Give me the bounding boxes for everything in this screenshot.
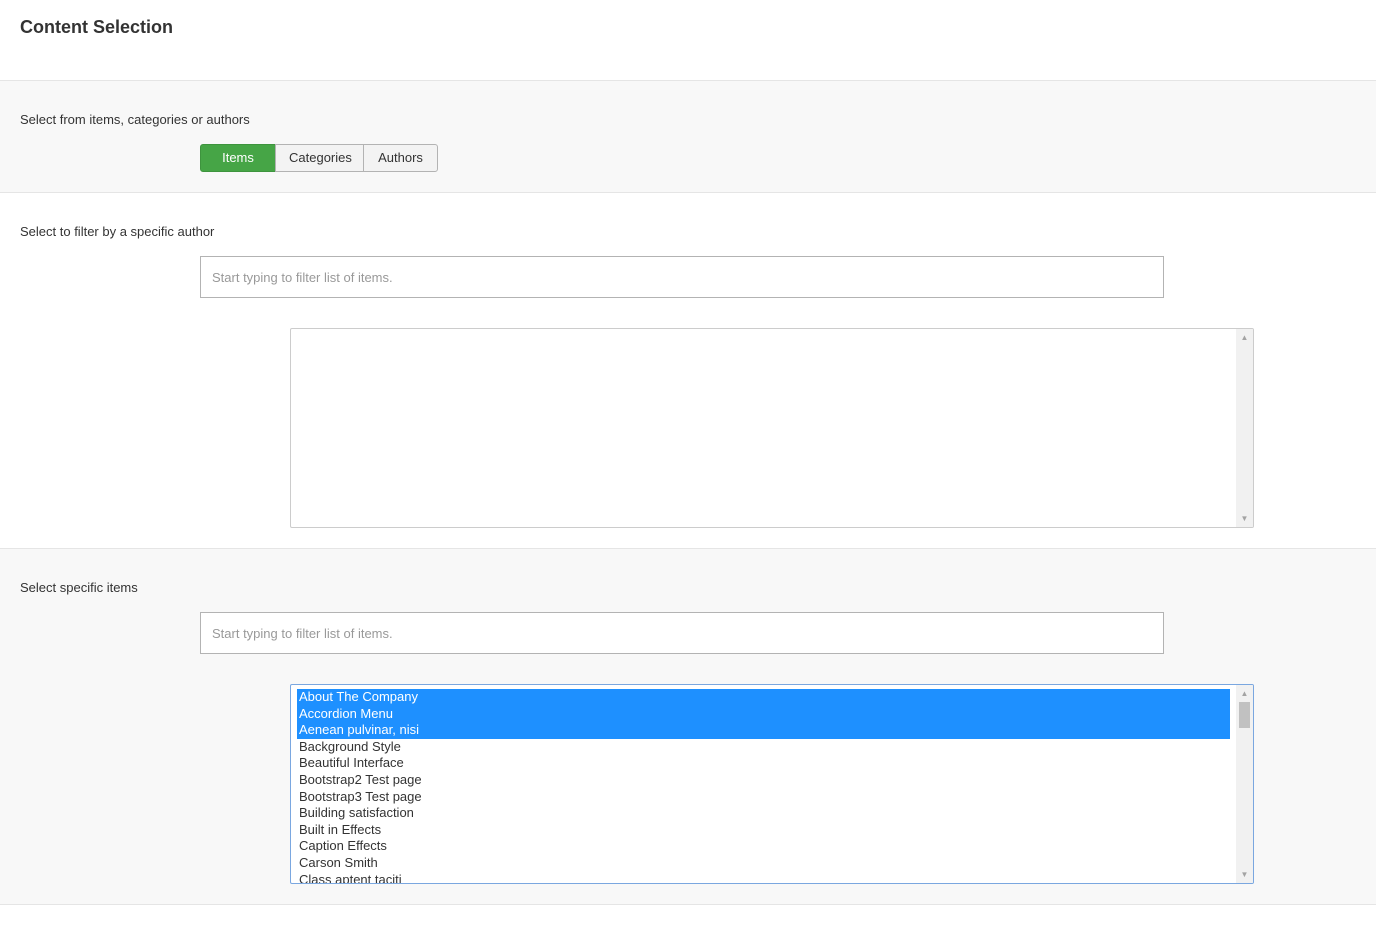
specific-items-section: Select specific items About The CompanyA… xyxy=(0,548,1376,905)
list-item[interactable]: Building satisfaction xyxy=(297,805,1230,822)
items-button[interactable]: Items xyxy=(200,144,276,172)
list-item[interactable]: Background Style xyxy=(297,739,1230,756)
list-item[interactable]: Caption Effects xyxy=(297,838,1230,855)
list-item[interactable]: Bootstrap3 Test page xyxy=(297,789,1230,806)
list-item[interactable]: Accordion Menu xyxy=(297,705,1230,723)
content-type-section: Select from items, categories or authors… xyxy=(0,80,1376,193)
triangle-up-icon[interactable]: ▲ xyxy=(1236,685,1253,702)
list-item[interactable]: Aenean pulvinar, nisi xyxy=(297,722,1230,739)
page-title: Content Selection xyxy=(20,17,174,37)
authors-button[interactable]: Authors xyxy=(363,144,438,172)
author-filter-label: Select to filter by a specific author xyxy=(20,224,215,239)
items-list-scrollbar[interactable]: ▲ ▼ xyxy=(1236,685,1253,883)
author-list-items xyxy=(291,329,1236,527)
content-type-button-group: Items Categories Authors xyxy=(200,144,438,172)
triangle-down-icon[interactable]: ▼ xyxy=(1236,510,1253,527)
list-item[interactable]: Bootstrap2 Test page xyxy=(297,772,1230,789)
list-item[interactable]: Beautiful Interface xyxy=(297,755,1230,772)
list-item[interactable]: Carson Smith xyxy=(297,855,1230,872)
items-list: About The Company Accordion Menu Aenean pu… xyxy=(291,685,1236,883)
specific-items-label: Select specific items xyxy=(20,580,138,595)
triangle-up-icon[interactable]: ▲ xyxy=(1236,329,1253,346)
list-item[interactable]: Class aptent taciti xyxy=(297,872,1230,883)
list-item[interactable]: Built in Effects xyxy=(297,822,1230,839)
items-listbox[interactable]: About The Company Accordion Menu Aenean pu… xyxy=(290,684,1254,884)
author-filter-input[interactable] xyxy=(200,256,1164,298)
items-filter-input[interactable] xyxy=(200,612,1164,654)
content-type-label: Select from items, categories or authors xyxy=(20,112,250,127)
author-listbox[interactable]: ▲ ▼ xyxy=(290,328,1254,528)
triangle-down-icon[interactable]: ▼ xyxy=(1236,866,1253,883)
scroll-thumb[interactable] xyxy=(1239,702,1250,728)
author-list-scrollbar[interactable]: ▲ ▼ xyxy=(1236,329,1253,527)
list-item[interactable]: About The Company xyxy=(297,689,1230,706)
categories-button[interactable]: Categories xyxy=(275,144,364,172)
author-filter-section: Select to filter by a specific author ▲ … xyxy=(0,192,1376,549)
